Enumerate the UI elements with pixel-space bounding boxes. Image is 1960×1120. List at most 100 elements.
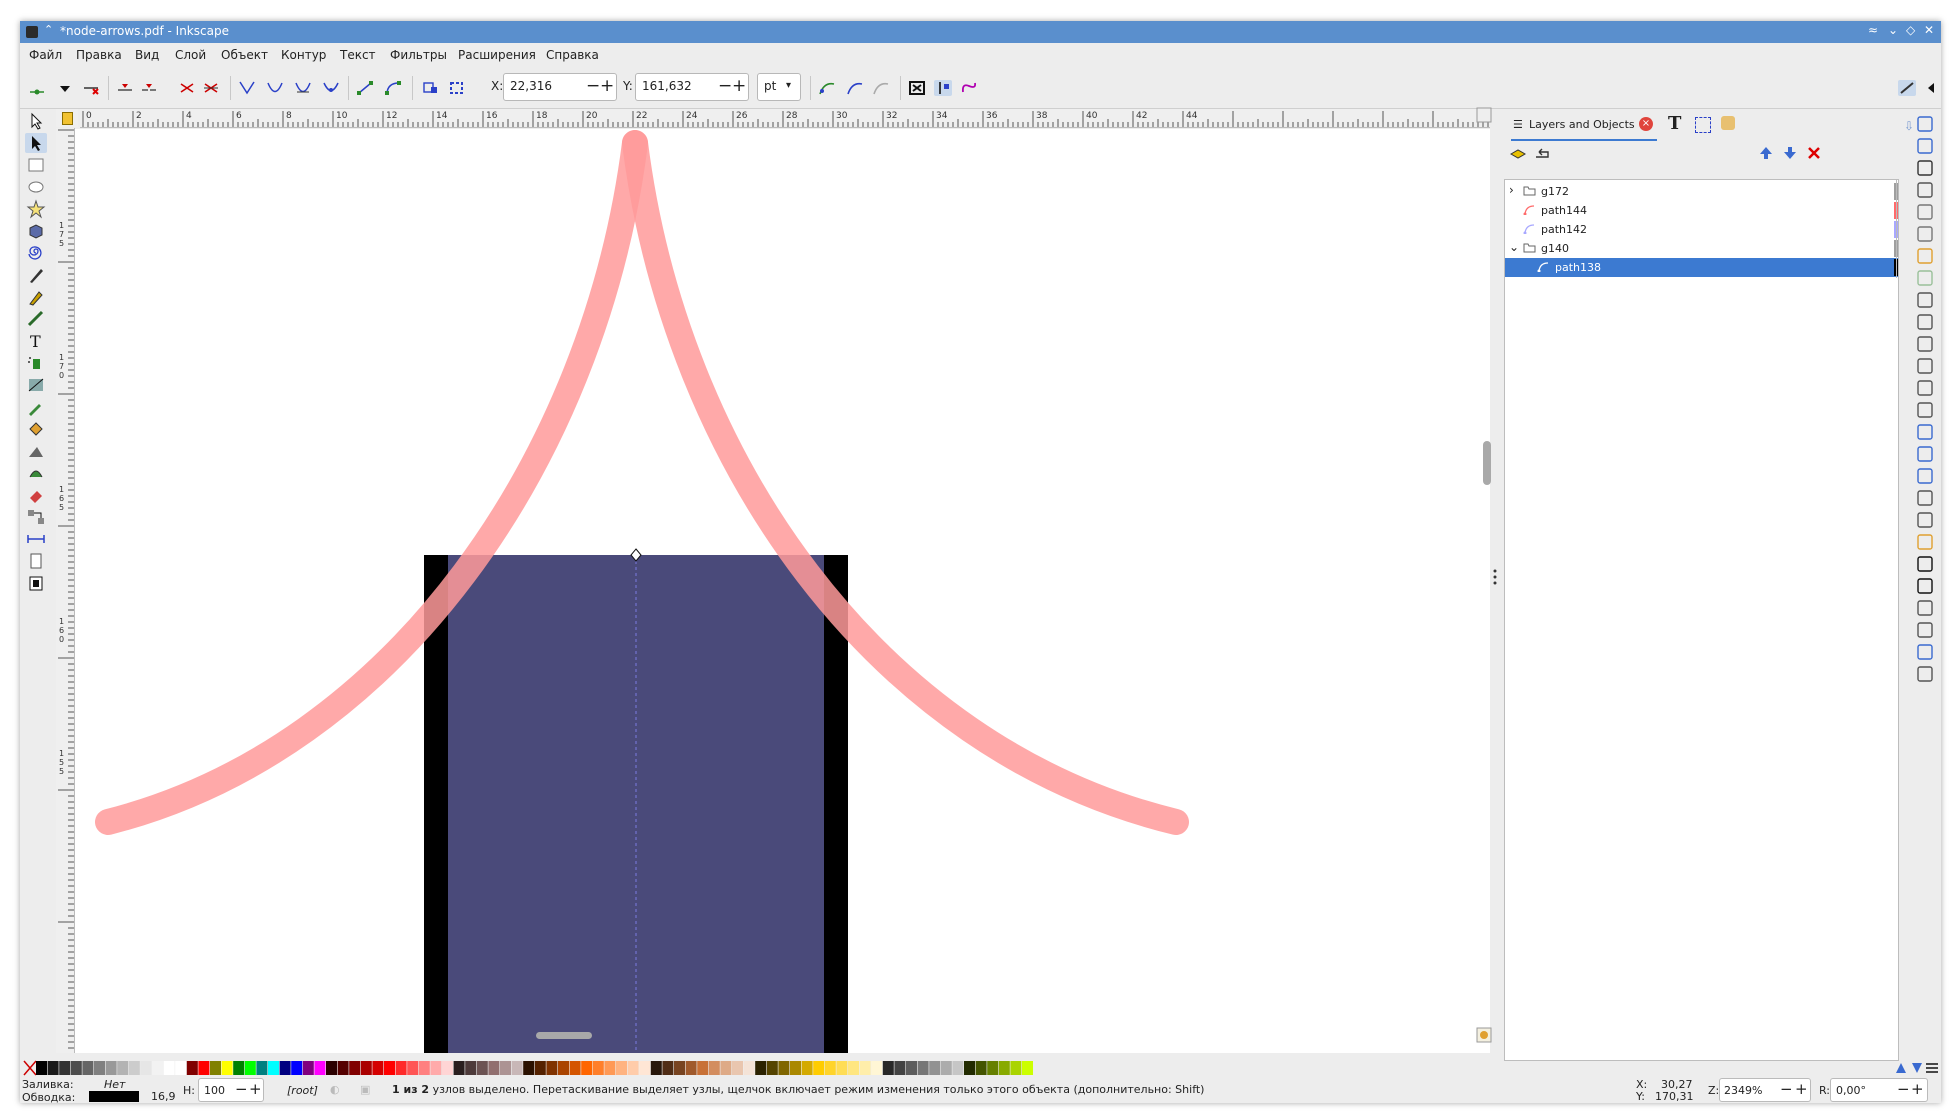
tree-row-path144[interactable]: path144 <box>1505 201 1898 220</box>
import-icon[interactable] <box>1917 204 1933 220</box>
copy-icon[interactable] <box>1917 292 1933 308</box>
menu-view[interactable]: Вид <box>135 48 159 62</box>
color-swatch[interactable] <box>233 1061 245 1075</box>
color-swatch[interactable] <box>546 1061 558 1075</box>
object-to-path-icon[interactable] <box>422 80 440 96</box>
snap-toggle-icon[interactable] <box>1898 80 1916 96</box>
calligraphy-tool-icon[interactable] <box>25 309 47 329</box>
color-swatch[interactable] <box>1022 1061 1033 1075</box>
rotate-cw-icon[interactable]: + <box>1911 1080 1924 1098</box>
star-tool-icon[interactable] <box>25 199 47 219</box>
color-swatch[interactable] <box>685 1061 697 1075</box>
color-swatch[interactable] <box>662 1061 674 1075</box>
text-font-icon[interactable] <box>1917 556 1933 572</box>
vertical-ruler[interactable]: 175170165160155 <box>56 128 75 1053</box>
text-tool-icon[interactable]: T <box>25 331 47 351</box>
color-swatch[interactable] <box>488 1061 500 1075</box>
keep-above-icon[interactable]: ⌃ <box>44 23 53 36</box>
align-distribute-icon[interactable] <box>1917 622 1933 638</box>
color-swatch[interactable] <box>581 1061 593 1075</box>
no-paint-swatch[interactable] <box>23 1060 37 1076</box>
color-swatch[interactable] <box>859 1061 871 1075</box>
mask-edit-icon[interactable] <box>872 80 890 96</box>
group-icon[interactable] <box>1917 490 1933 506</box>
color-manage-icon[interactable] <box>1476 1027 1492 1043</box>
stroke-color-swatch[interactable] <box>89 1091 139 1102</box>
current-layer[interactable]: [root] <box>287 1084 318 1097</box>
node-tool-icon[interactable] <box>25 133 47 153</box>
color-swatch[interactable] <box>152 1061 163 1075</box>
unit-select[interactable]: pt ▾ <box>757 73 801 101</box>
color-swatch[interactable] <box>964 1061 975 1075</box>
menu-edit[interactable]: Правка <box>76 48 122 62</box>
break-path-icon[interactable] <box>140 80 158 96</box>
rotation-spinner[interactable]: 0,00° − + <box>1830 1078 1928 1102</box>
minimize-icon[interactable]: ⌄ <box>1888 23 1898 37</box>
color-swatch[interactable] <box>778 1061 790 1075</box>
segment-curve-icon[interactable] <box>384 80 402 96</box>
color-swatch[interactable] <box>952 1061 964 1075</box>
color-swatch[interactable] <box>836 1061 848 1075</box>
opacity-spinner[interactable]: 100 − + <box>198 1078 264 1102</box>
show-path-outline-icon[interactable] <box>960 80 978 96</box>
expander-icon[interactable]: ⌄ <box>1509 240 1519 254</box>
menu-text[interactable]: Текст <box>340 48 376 62</box>
zoom-out-icon[interactable]: − <box>1780 1080 1793 1098</box>
open-document-icon[interactable] <box>1917 138 1933 154</box>
pencil-tool-icon[interactable] <box>25 265 47 285</box>
save-document-icon[interactable] <box>1917 160 1933 176</box>
fill-value[interactable]: Нет <box>104 1078 125 1091</box>
color-swatch[interactable] <box>639 1061 651 1075</box>
color-swatch[interactable] <box>360 1061 372 1075</box>
x-coordinate-field[interactable]: 22,316 − + <box>503 73 617 101</box>
color-swatch[interactable] <box>268 1061 279 1075</box>
snap-menu-icon[interactable] <box>1922 80 1940 96</box>
duplicate-icon[interactable] <box>1917 424 1933 440</box>
tweak-tool-icon[interactable] <box>25 441 47 461</box>
color-swatch[interactable] <box>384 1061 395 1075</box>
menu-layer[interactable]: Слой <box>175 48 206 62</box>
color-swatch[interactable] <box>117 1061 129 1075</box>
rectangle-tool-icon[interactable] <box>25 155 47 175</box>
color-swatch[interactable] <box>743 1061 755 1075</box>
color-swatch[interactable] <box>848 1061 859 1075</box>
color-swatch[interactable] <box>534 1061 546 1075</box>
menu-extensions[interactable]: Расширения <box>458 48 536 62</box>
color-swatch[interactable] <box>221 1061 233 1075</box>
ellipse-tool-icon[interactable] <box>25 177 47 197</box>
raise-icon[interactable] <box>1757 145 1775 161</box>
color-swatch[interactable] <box>674 1061 685 1075</box>
color-swatch[interactable] <box>627 1061 639 1075</box>
color-swatch[interactable] <box>198 1061 210 1075</box>
color-swatch[interactable] <box>476 1061 488 1075</box>
tree-row-g172[interactable]: › g172 <box>1505 182 1898 201</box>
menu-file[interactable]: Файл <box>29 48 62 62</box>
horizontal-ruler[interactable]: 0 2 4 6 8 10 12 14 16 18 20 22 24 26 28 30 32 34 36 38 40 42 4… <box>80 109 1490 128</box>
color-swatch[interactable] <box>975 1061 987 1075</box>
y-coordinate-field[interactable]: 161,632 − + <box>635 73 749 101</box>
expander-icon[interactable]: › <box>1509 183 1514 197</box>
tree-row-path138[interactable]: path138 <box>1505 258 1898 277</box>
color-swatch[interactable] <box>523 1061 535 1075</box>
color-swatch[interactable] <box>801 1061 813 1075</box>
color-swatch[interactable] <box>882 1061 894 1075</box>
dropper-tool-icon[interactable] <box>25 397 47 417</box>
xml-editor-icon[interactable] <box>1917 600 1933 616</box>
node-smooth-icon[interactable] <box>266 80 284 96</box>
pen-tool-icon[interactable] <box>25 287 47 307</box>
layers-icon[interactable] <box>1917 578 1933 594</box>
zoom-tool-icon[interactable] <box>25 573 47 593</box>
color-swatch[interactable] <box>210 1061 221 1075</box>
drawing-canvas[interactable] <box>75 129 1490 1053</box>
connector-tool-icon[interactable] <box>25 507 47 527</box>
text-font-tab-icon[interactable]: T <box>1668 113 1681 134</box>
y-increment-icon[interactable]: + <box>732 76 746 96</box>
maximize-icon[interactable]: ◇ <box>1906 23 1915 37</box>
color-swatch[interactable] <box>998 1061 1010 1075</box>
color-swatch[interactable] <box>349 1061 361 1075</box>
redo-icon[interactable] <box>1917 270 1933 286</box>
zoom-spinner[interactable]: 2349% − + <box>1719 1078 1811 1102</box>
color-swatch[interactable] <box>813 1061 825 1075</box>
opacity-decrement-icon[interactable]: − <box>235 1080 248 1098</box>
zoom-drawing-icon[interactable] <box>1917 380 1933 396</box>
